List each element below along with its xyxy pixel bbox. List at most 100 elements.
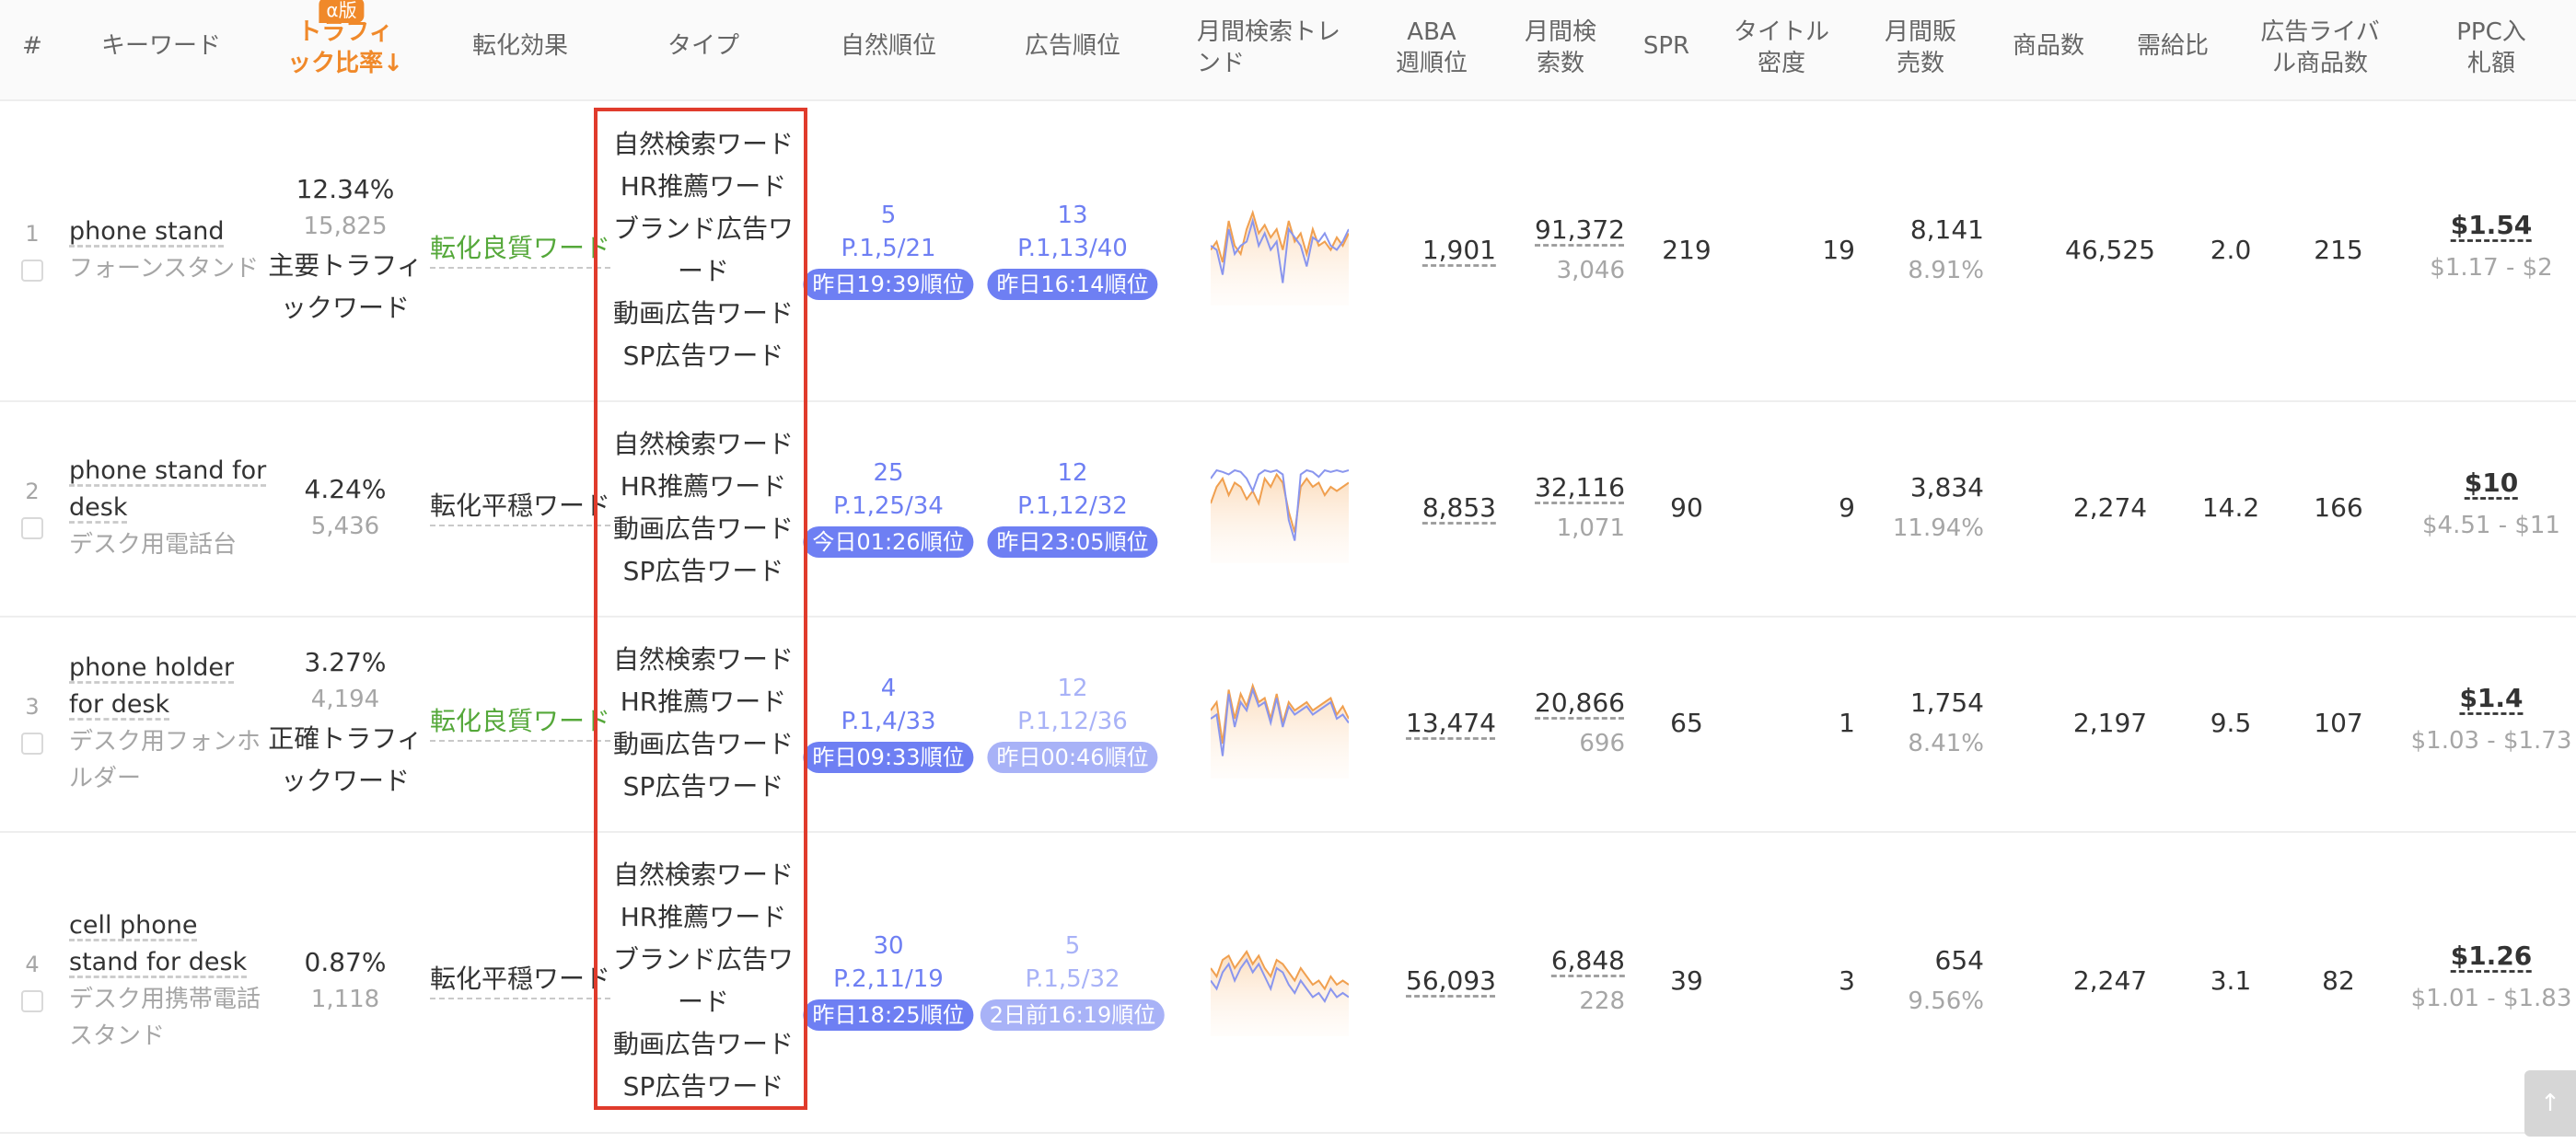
traffic-ratio: 0.87% <box>304 947 387 977</box>
supply-demand-ratio: 2.0 <box>2210 235 2252 265</box>
conversion-effect[interactable]: 転化良質ワード <box>430 230 610 269</box>
monthly-search[interactable]: 6,848 <box>1551 942 1625 979</box>
header-monthly-search: 月間検 索数 <box>1524 18 1597 77</box>
keyword-link[interactable]: phone stand <box>69 214 225 250</box>
keyword-translation: デスク用電話台 <box>69 531 238 559</box>
organic-rank-time-badge[interactable]: 昨日18:25順位 <box>803 999 974 1031</box>
aba-rank[interactable]: 1,901 <box>1422 232 1496 269</box>
trend-sparkline[interactable] <box>1211 668 1349 779</box>
ppc-bid[interactable]: $1.4 <box>2459 683 2523 713</box>
row-checkbox[interactable] <box>21 990 43 1012</box>
row-index: 4 <box>25 952 40 977</box>
organic-rank-position: 25 <box>873 459 904 487</box>
monthly-search[interactable]: 91,372 <box>1535 212 1625 248</box>
ppc-bid[interactable]: $10 <box>2465 468 2518 498</box>
ad-rank-page: P.1,12/36 <box>1017 708 1128 735</box>
traffic-ratio: 4.24% <box>304 474 387 504</box>
monthly-sales-pct: 11.94% <box>1892 514 1984 542</box>
supply-demand-ratio: 9.5 <box>2210 708 2252 738</box>
traffic-label: 正確トラフィ <box>268 723 423 754</box>
header-supply-demand: 需給比 <box>2136 32 2210 60</box>
supply-demand-ratio: 3.1 <box>2210 965 2252 996</box>
product-count: 46,525 <box>2065 235 2155 265</box>
product-count: 2,247 <box>2072 965 2148 996</box>
scroll-top-button[interactable]: ↑ <box>2524 1070 2576 1137</box>
type-column-highlight <box>594 108 807 1110</box>
trend-sparkline[interactable] <box>1211 453 1349 563</box>
conversion-effect[interactable]: 転化良質ワード <box>430 703 610 742</box>
header-conversion: 転化効果 <box>471 32 569 60</box>
monthly-sales: 654 <box>1934 945 1984 976</box>
ad-rank-time-badge[interactable]: 昨日23:05順位 <box>987 526 1158 558</box>
organic-rank: 4 P.1,4/33 昨日09:33順位 <box>803 672 974 774</box>
trend-sparkline[interactable] <box>1211 195 1349 306</box>
aba-rank[interactable]: 8,853 <box>1422 490 1496 526</box>
header-type: タイプ <box>667 32 740 60</box>
organic-rank-time-badge[interactable]: 昨日19:39順位 <box>803 269 974 300</box>
ad-rank-position: 12 <box>1057 675 1088 702</box>
ad-rank-time-badge[interactable]: 昨日16:14順位 <box>987 269 1158 300</box>
traffic-label: ックワード <box>280 766 411 796</box>
keyword-link[interactable]: for desk <box>69 687 169 723</box>
ppc-bid-range: $4.51 - $11 <box>2422 512 2560 539</box>
row-checkbox[interactable] <box>21 733 43 755</box>
organic-rank-page: P.1,4/33 <box>841 708 936 735</box>
spr-value: 65 <box>1670 708 1703 738</box>
table-row: 3 phone holder for desk デスク用フォンホ ルダー 3.27% 4,1… <box>0 618 2576 831</box>
header-traffic-sort[interactable]: トラフィ ック比率↓ <box>287 17 403 79</box>
ppc-bid[interactable]: $1.26 <box>2451 941 2533 971</box>
monthly-search-sub: 228 <box>1579 987 1625 1015</box>
keyword-link[interactable]: cell phone <box>69 907 198 944</box>
traffic-count: 1,118 <box>310 986 380 1013</box>
trend-sparkline[interactable] <box>1211 926 1349 1036</box>
monthly-search[interactable]: 32,116 <box>1535 469 1625 506</box>
keyword-link[interactable]: desk <box>69 490 127 526</box>
row-checkbox[interactable] <box>21 517 43 539</box>
organic-rank-time-badge[interactable]: 昨日09:33順位 <box>803 742 974 773</box>
keyword-translation: フォーンスタンド <box>69 255 260 283</box>
traffic-ratio: 12.34% <box>296 174 395 204</box>
keyword-link[interactable]: phone holder <box>69 650 234 687</box>
keyword-translation: デスク用携帯電話 <box>69 986 261 1013</box>
ad-rank: 13 P.1,13/40 昨日16:14順位 <box>987 199 1158 301</box>
conversion-effect[interactable]: 転化平穏ワード <box>430 961 610 999</box>
keyword-link[interactable]: phone stand for <box>69 453 266 490</box>
aba-rank[interactable]: 13,474 <box>1406 705 1496 742</box>
ppc-bid[interactable]: $1.54 <box>2451 210 2533 240</box>
header-keyword: キーワード <box>100 32 222 60</box>
monthly-sales-pct: 8.91% <box>1908 257 1984 284</box>
monthly-sales: 8,141 <box>1909 214 1984 245</box>
row-index: 2 <box>25 479 40 504</box>
spr-value: 90 <box>1670 492 1703 523</box>
header-monthly-trend: 月間検索トレ ンド <box>1196 18 1341 77</box>
organic-rank-time-badge[interactable]: 今日01:26順位 <box>803 526 974 558</box>
ad-rank-position: 13 <box>1057 202 1088 229</box>
table-row: 1 phone stand フォーンスタンド 12.34% 15,825 主要トラフィ ック… <box>0 101 2576 400</box>
title-density: 3 <box>1839 965 1855 996</box>
ad-rank-time-badge[interactable]: 2日前16:19順位 <box>980 999 1166 1031</box>
header-organic-rank: 自然順位 <box>840 32 937 60</box>
header-index: # <box>22 32 42 60</box>
aba-rank[interactable]: 56,093 <box>1406 963 1496 999</box>
ad-rival-count: 107 <box>2314 708 2363 738</box>
header-products: 商品数 <box>2012 32 2085 60</box>
organic-rank-position: 4 <box>880 675 897 702</box>
organic-rank: 5 P.1,5/21 昨日19:39順位 <box>803 199 974 301</box>
table-row: 2 phone stand for desk デスク用電話台 4.24% 5,436 転化平… <box>0 402 2576 616</box>
row-checkbox[interactable] <box>21 260 43 282</box>
ad-rank-time-badge[interactable]: 昨日00:46順位 <box>987 742 1158 773</box>
ad-rank-position: 5 <box>1064 932 1081 960</box>
monthly-search-sub: 696 <box>1579 730 1625 757</box>
traffic-count: 4,194 <box>310 686 380 713</box>
organic-rank-position: 30 <box>873 932 904 960</box>
row-index: 3 <box>25 694 40 720</box>
monthly-search[interactable]: 20,866 <box>1535 685 1625 722</box>
spr-value: 219 <box>1662 235 1712 265</box>
monthly-search-sub: 3,046 <box>1556 257 1625 284</box>
ppc-bid-range: $1.01 - $1.83 <box>2410 985 2572 1012</box>
conversion-effect[interactable]: 転化平穏ワード <box>430 488 610 526</box>
ad-rank: 5 P.1,5/32 2日前16:19順位 <box>980 929 1166 1032</box>
ppc-bid-range: $1.03 - $1.73 <box>2410 727 2572 755</box>
ad-rank-position: 12 <box>1057 459 1088 487</box>
keyword-link[interactable]: stand for desk <box>69 944 247 981</box>
